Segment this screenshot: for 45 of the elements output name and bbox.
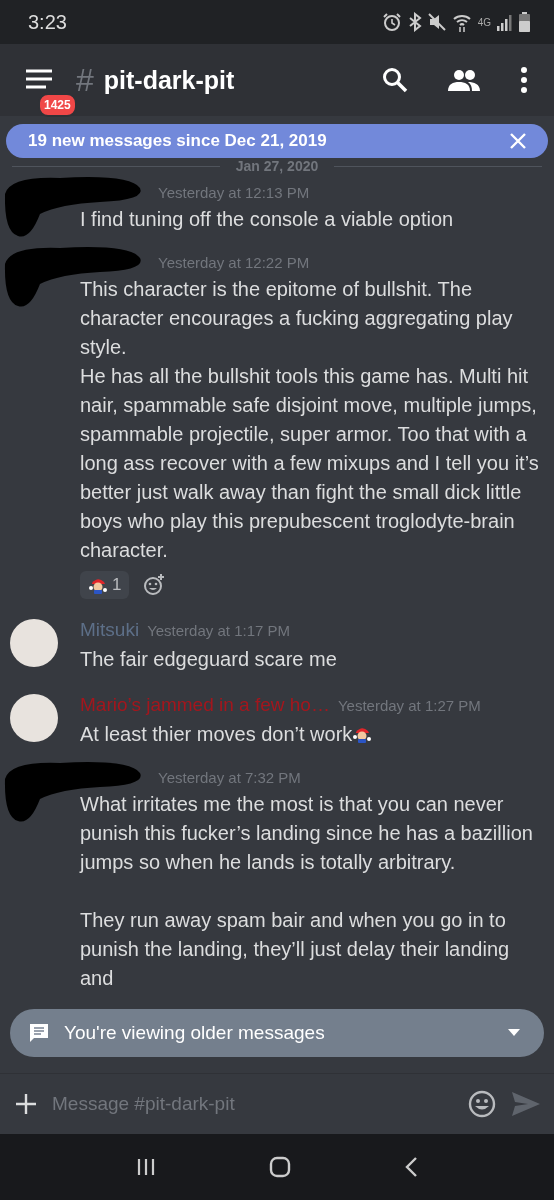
- home-icon[interactable]: [269, 1156, 291, 1178]
- wifi-icon: [451, 12, 472, 32]
- message-text: At least thier moves don’t work: [80, 720, 542, 749]
- message-text: What irritates me the most is that you can never punish this fucker’s landing since he has a bazillion jumps so when he lands is totally arbitrary.: [80, 792, 534, 875]
- older-messages-text: You're viewing older messages: [64, 1022, 326, 1044]
- user-avatar[interactable]: [10, 694, 58, 742]
- emoji-picker-icon[interactable]: [468, 1090, 496, 1118]
- user-avatar[interactable]: [10, 619, 58, 667]
- menu-button[interactable]: [24, 68, 54, 92]
- message-text: This character is the epitome of bullshit. The character encourages a fucking aggregating play style.: [80, 277, 514, 360]
- hash-sign: #: [76, 61, 94, 99]
- add-reaction-icon[interactable]: [143, 574, 166, 596]
- search-icon[interactable]: [382, 67, 408, 93]
- battery-icon: [519, 12, 530, 32]
- message-text: He has all the bullshit tools this game has. Multi hit nair, spammable safe disjoint move, multiple jumps, spammable projectile, super armor. Too that with a long ass recover with a few mixups and I tell you it’s better just walk away than fight the small dick little boys who play this prepubescent troglodyte-brain character.: [80, 364, 540, 563]
- message-text: They run away spam bair and when you go in to punish the landing, they’ll just delay their landing and: [80, 908, 511, 991]
- new-messages-banner[interactable]: 19 new messages since Dec 21, 2019: [6, 124, 548, 158]
- message-time: Yesterday at 7:32 PM: [158, 769, 301, 786]
- message-text: The fair edgeguard scare me: [80, 647, 338, 672]
- chat-bubble-icon: [28, 1022, 50, 1044]
- reaction-chip[interactable]: 1: [80, 571, 130, 599]
- signal-icon: [497, 13, 513, 31]
- message-time: Yesterday at 12:22 PM: [158, 254, 310, 271]
- channel-name: pit-dark-pit: [103, 65, 236, 95]
- caret-icon[interactable]: [508, 1029, 520, 1037]
- bluetooth-icon: [407, 12, 422, 32]
- unread-badge: 1425: [38, 93, 77, 117]
- mute-icon: [427, 12, 446, 32]
- banner-text: 19 new messages since Dec 21, 2019: [28, 131, 327, 151]
- members-icon[interactable]: [448, 69, 480, 91]
- message-field[interactable]: Message #pit-dark-pit: [52, 1093, 452, 1115]
- message-time: Yesterday at 1:17 PM: [147, 622, 290, 639]
- add-icon[interactable]: [16, 1094, 36, 1114]
- back-icon[interactable]: [403, 1156, 418, 1178]
- author-name[interactable]: Mitsuki: [80, 619, 140, 641]
- close-icon[interactable]: [510, 133, 526, 149]
- clock-time: 3:23: [28, 10, 67, 34]
- more-icon[interactable]: [520, 67, 528, 93]
- message-time: Yesterday at 1:27 PM: [337, 697, 481, 714]
- network-type: 4G: [477, 16, 491, 28]
- older-messages-bar[interactable]: You're viewing older messages: [10, 1009, 544, 1057]
- message-text: I find tuning off the console a viable option: [80, 207, 455, 232]
- alarm-icon: [381, 12, 402, 32]
- message-time: Yesterday at 12:13 PM: [158, 184, 310, 201]
- recent-apps-icon[interactable]: [136, 1157, 157, 1177]
